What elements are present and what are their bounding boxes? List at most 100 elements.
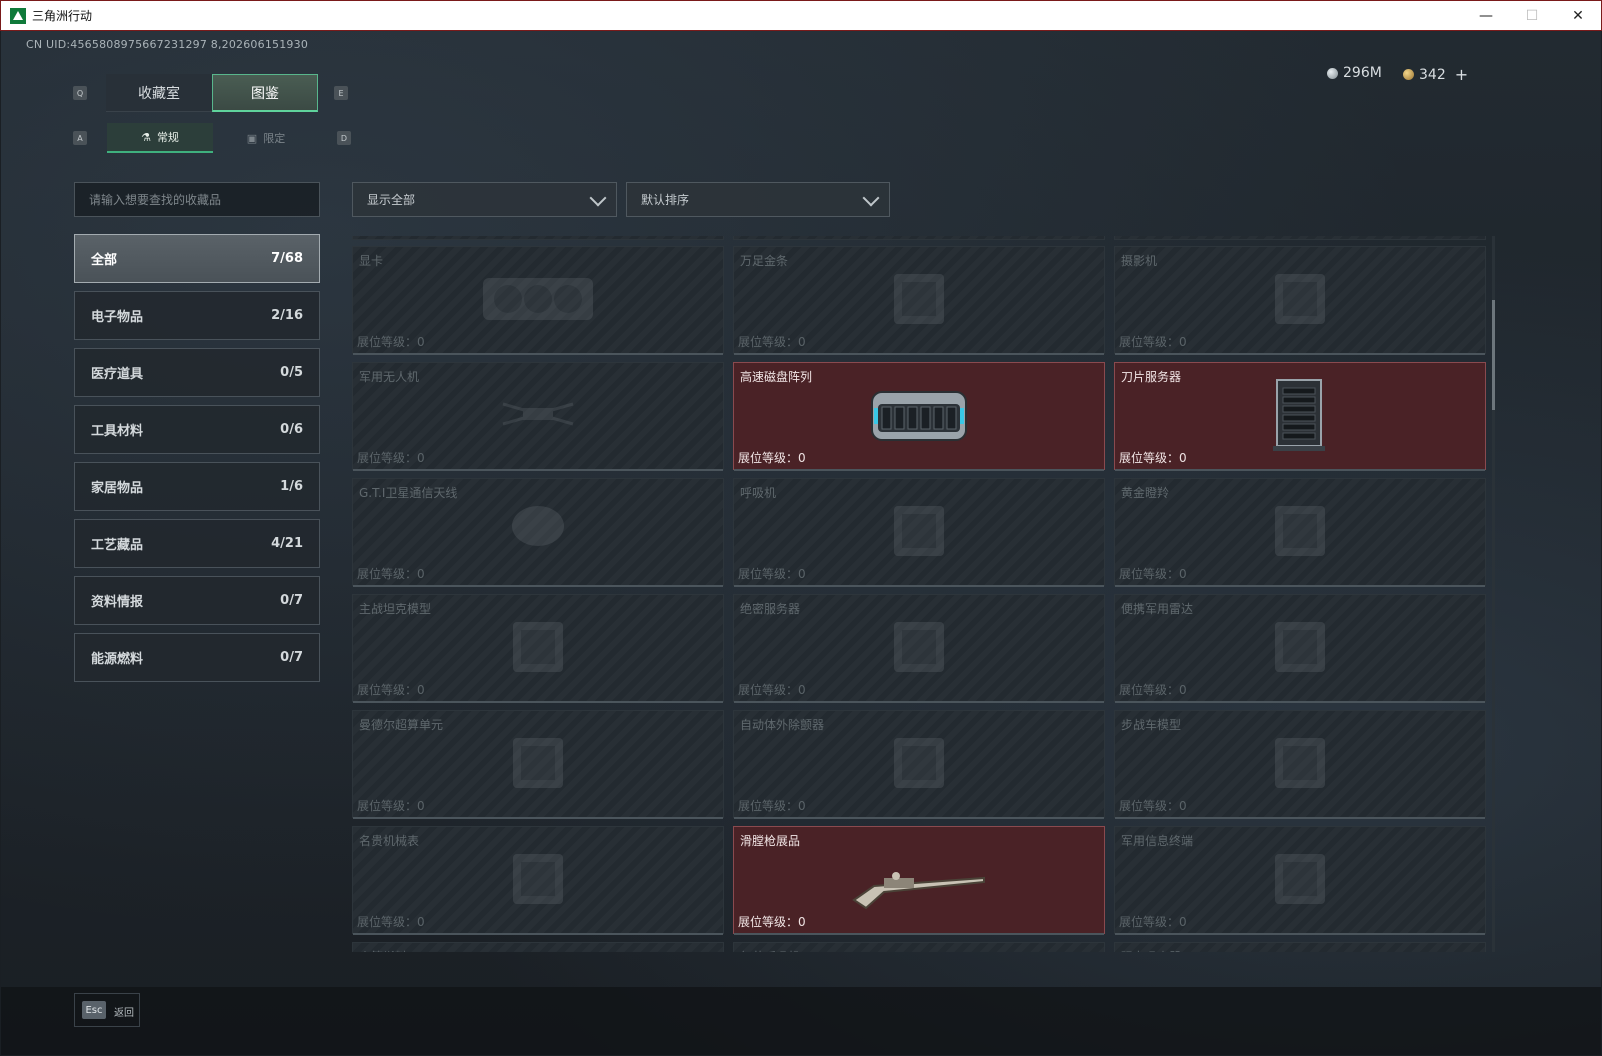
- category-item[interactable]: 医疗道具 0/5: [74, 348, 320, 397]
- collectible-name: 绝密服务器: [740, 602, 801, 616]
- category-count: 2/16: [271, 308, 303, 323]
- window-title: 三角洲行动: [32, 9, 93, 23]
- collectible-card[interactable]: 刀片服务器 展位等级：0: [1114, 362, 1486, 471]
- gold-amount: 342: [1419, 66, 1446, 83]
- disk-array-icon: [844, 374, 994, 458]
- collectible-card[interactable]: G.T.I卫星通信天线 展位等级：0: [352, 478, 724, 587]
- add-currency-button[interactable]: +: [1455, 65, 1468, 84]
- booth-level-prefix: 展位等级：: [738, 567, 799, 581]
- sort-dropdown[interactable]: 默认排序: [626, 182, 890, 217]
- collectible-card[interactable]: 高速磁盘阵列 展位等级：0: [733, 362, 1105, 471]
- collectible-card[interactable]: 滑膛枪展品 展位等级：0: [733, 826, 1105, 935]
- filter-dropdown[interactable]: 显示全部: [352, 182, 617, 217]
- close-button[interactable]: ✕: [1555, 1, 1601, 31]
- collectible-name: 自动体外除颤器: [740, 718, 825, 732]
- collectible-name: 名贵机械表: [359, 834, 420, 848]
- gold-coin-icon: [1403, 69, 1414, 80]
- collectible-name: 摄影机: [1121, 254, 1158, 268]
- category-item[interactable]: 全部 7/68: [74, 234, 320, 283]
- collectible-card[interactable]: 呼吸机 展位等级：0: [733, 478, 1105, 587]
- terminal-icon: [1225, 838, 1375, 922]
- card-underline: [353, 933, 723, 935]
- collectible-card[interactable]: 军用无人机 展位等级：0: [352, 362, 724, 471]
- collectible-card[interactable]: 便携军用雷达 展位等级：0: [1114, 594, 1486, 703]
- category-item[interactable]: 资料情报 0/7: [74, 576, 320, 625]
- window-titlebar: 三角洲行动 — ☐ ✕: [0, 0, 1602, 31]
- booth-level-prefix: 展位等级：: [357, 335, 418, 349]
- collectible-card[interactable]: 显卡 展位等级：0: [352, 246, 724, 355]
- collectible-name: 黄金瞪羚: [1121, 486, 1170, 500]
- collectible-card[interactable]: 自动体外除颤器 展位等级：0: [733, 710, 1105, 819]
- collectible-card[interactable]: 黄金瞪羚展位等级：0: [1114, 478, 1486, 587]
- compute-unit-icon: [463, 722, 613, 806]
- booth-level-prefix: 展位等级：: [357, 799, 418, 813]
- collectible-card[interactable]: 曼德尔超算单元 展位等级：0: [352, 710, 724, 819]
- category-count: 7/68: [271, 251, 303, 266]
- maximize-button[interactable]: ☐: [1509, 1, 1555, 31]
- category-item[interactable]: 工具材料 0/6: [74, 405, 320, 454]
- collectible-card[interactable]: 绝密服务器展位等级：0: [733, 594, 1105, 703]
- booth-level-value: 0: [417, 567, 425, 581]
- subtab-limited[interactable]: ▣ 限定: [213, 123, 319, 153]
- collectible-card[interactable]: 强力吸尘器: [1114, 942, 1486, 952]
- subtab-regular[interactable]: ⚗ 常规: [107, 123, 213, 153]
- collectible-name: 军用无人机: [359, 370, 420, 384]
- card-underline: [1115, 817, 1485, 819]
- booth-level-value: 0: [417, 683, 425, 697]
- collectible-name: 复苏呼吸机: [740, 948, 800, 952]
- subtab-limited-label: 限定: [263, 132, 286, 145]
- minimize-button[interactable]: —: [1463, 1, 1509, 31]
- booth-level: 展位等级：0: [1119, 681, 1187, 698]
- collectible-card[interactable]: [352, 236, 724, 240]
- booth-level: 展位等级：0: [738, 449, 806, 466]
- card-underline: [353, 817, 723, 819]
- server-icon: [844, 606, 994, 690]
- key-hint-a: A: [73, 131, 87, 145]
- category-item[interactable]: 家居物品 1/6: [74, 462, 320, 511]
- collectible-name: 呼吸机: [740, 486, 777, 500]
- booth-level-prefix: 展位等级：: [1119, 335, 1180, 349]
- booth-level: 展位等级：0: [1119, 449, 1187, 466]
- silver-amount: 296M: [1343, 65, 1382, 81]
- booth-level: 展位等级：0: [357, 681, 425, 698]
- collectible-card[interactable]: 步战车模型 展位等级：0: [1114, 710, 1486, 819]
- booth-level-value: 0: [1179, 451, 1187, 465]
- sort-dropdown-value: 默认排序: [641, 193, 690, 207]
- silver-currency: 296M: [1327, 65, 1382, 81]
- category-label: 医疗道具: [91, 367, 144, 382]
- collectible-card[interactable]: 万足金条 展位等级：0: [733, 246, 1105, 355]
- booth-level: 展位等级：0: [357, 913, 425, 930]
- collectible-name: 高速磁盘阵列: [740, 370, 813, 384]
- collectible-card[interactable]: [733, 236, 1105, 240]
- category-count: 0/5: [280, 365, 303, 380]
- category-item[interactable]: 能源燃料 0/7: [74, 633, 320, 682]
- collectible-card[interactable]: 名贵机械表展位等级：0: [352, 826, 724, 935]
- card-underline: [1115, 353, 1485, 355]
- search-input[interactable]: [75, 183, 319, 216]
- ventilator-icon: [844, 490, 994, 574]
- collectible-name: 曼德尔超算单元: [359, 718, 444, 732]
- booth-level-prefix: 展位等级：: [738, 683, 799, 697]
- card-underline: [353, 353, 723, 355]
- category-item[interactable]: 工艺藏品 4/21: [74, 519, 320, 568]
- collectible-card[interactable]: [1114, 236, 1486, 240]
- collectible-card[interactable]: 火箭燃料: [352, 942, 724, 952]
- collectible-card[interactable]: 军用信息终端 展位等级：0: [1114, 826, 1486, 935]
- booth-level-value: 0: [417, 335, 425, 349]
- category-item[interactable]: 电子物品 2/16: [74, 291, 320, 340]
- collectible-card[interactable]: 复苏呼吸机: [733, 942, 1105, 952]
- collectible-card[interactable]: 主战坦克模型 展位等级：0: [352, 594, 724, 703]
- drone-icon: [463, 374, 613, 458]
- booth-level-value: 0: [417, 799, 425, 813]
- booth-level: 展位等级：0: [738, 681, 806, 698]
- scroll-thumb[interactable]: [1492, 300, 1495, 410]
- gpu-icon: [463, 258, 613, 342]
- tab-codex[interactable]: 图鉴: [212, 74, 318, 112]
- tab-collection-room[interactable]: 收藏室: [106, 74, 212, 112]
- collectible-card[interactable]: 摄影机 展位等级：0: [1114, 246, 1486, 355]
- grid-scrollbar[interactable]: [1492, 236, 1495, 952]
- booth-level: 展位等级：0: [1119, 565, 1187, 582]
- booth-level-value: 0: [798, 451, 806, 465]
- card-underline: [1115, 585, 1485, 587]
- bottom-bar: [1, 987, 1601, 1055]
